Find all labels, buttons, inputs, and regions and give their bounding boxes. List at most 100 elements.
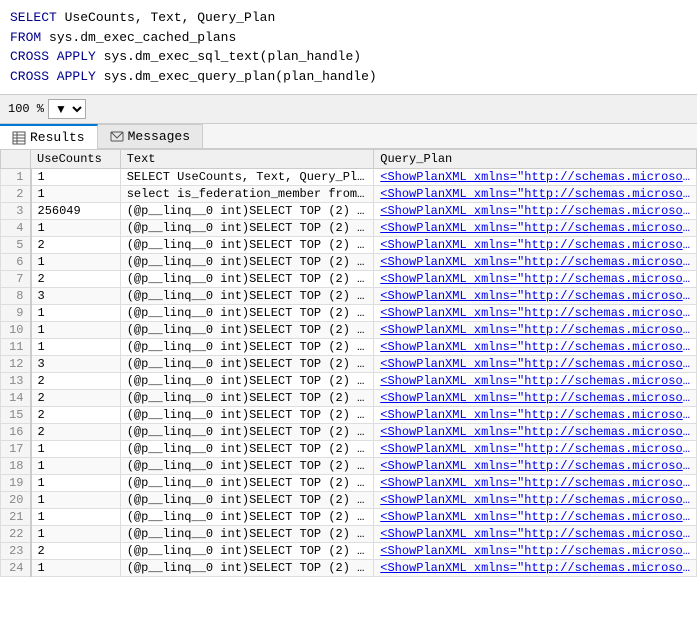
keyword-cross-1: CROSS APPLY — [10, 49, 96, 64]
cell-usecounts: 1 — [31, 560, 121, 577]
keyword-select: SELECT — [10, 10, 57, 25]
cell-text: (@p__linq__0 int)SELECT TOP (2) [Extent1… — [120, 390, 374, 407]
cell-text: (@p__linq__0 int)SELECT TOP (2) [Extent1… — [120, 373, 374, 390]
cell-queryplan[interactable]: <ShowPlanXML xmlns="http://schemas.micro… — [374, 424, 697, 441]
cell-text: (@p__linq__0 int)SELECT TOP (2) [Extent1… — [120, 288, 374, 305]
cell-text: (@p__linq__0 int)SELECT TOP (2) [Extent1… — [120, 220, 374, 237]
cell-usecounts: 1 — [31, 526, 121, 543]
cell-text: select is_federation_member from sys.dat… — [120, 186, 374, 203]
cell-usecounts: 1 — [31, 254, 121, 271]
tab-messages[interactable]: Messages — [98, 124, 203, 148]
cell-queryplan[interactable]: <ShowPlanXML xmlns="http://schemas.micro… — [374, 220, 697, 237]
table-row: 111(@p__linq__0 int)SELECT TOP (2) [Exte… — [1, 339, 697, 356]
cell-usecounts: 2 — [31, 407, 121, 424]
table-row: 123(@p__linq__0 int)SELECT TOP (2) [Exte… — [1, 356, 697, 373]
table-row: 181(@p__linq__0 int)SELECT TOP (2) [Exte… — [1, 458, 697, 475]
cell-queryplan[interactable]: <ShowPlanXML xmlns="http://schemas.micro… — [374, 373, 697, 390]
cell-rownum: 8 — [1, 288, 31, 305]
cell-rownum: 23 — [1, 543, 31, 560]
cell-queryplan[interactable]: <ShowPlanXML xmlns="http://schemas.micro… — [374, 509, 697, 526]
table-row: 21select is_federation_member from sys.d… — [1, 186, 697, 203]
col-header-text: Text — [120, 150, 374, 169]
table-row: 211(@p__linq__0 int)SELECT TOP (2) [Exte… — [1, 509, 697, 526]
tab-results[interactable]: Results — [0, 124, 98, 149]
cell-queryplan[interactable]: <ShowPlanXML xmlns="http://schemas.micro… — [374, 475, 697, 492]
table-row: 101(@p__linq__0 int)SELECT TOP (2) [Exte… — [1, 322, 697, 339]
cell-queryplan[interactable]: <ShowPlanXML xmlns="http://schemas.micro… — [374, 322, 697, 339]
cell-usecounts: 256049 — [31, 203, 121, 220]
table-row: 41(@p__linq__0 int)SELECT TOP (2) [Exten… — [1, 220, 697, 237]
cell-usecounts: 1 — [31, 305, 121, 322]
results-table: UseCounts Text Query_Plan 11SELECT UseCo… — [0, 149, 697, 577]
sql-editor: SELECT UseCounts, Text, Query_Plan FROM … — [0, 0, 697, 95]
cell-rownum: 20 — [1, 492, 31, 509]
sql-line-4: CROSS APPLY sys.dm_exec_query_plan(plan_… — [10, 67, 687, 87]
cell-text: (@p__linq__0 int)SELECT TOP (2) [Extent1… — [120, 475, 374, 492]
cell-text: (@p__linq__0 int)SELECT TOP (2) [Extent1… — [120, 509, 374, 526]
cell-queryplan[interactable]: <ShowPlanXML xmlns="http://schemas.micro… — [374, 305, 697, 322]
cell-usecounts: 1 — [31, 509, 121, 526]
cell-queryplan[interactable]: <ShowPlanXML xmlns="http://schemas.micro… — [374, 560, 697, 577]
toolbar: 100 % ▼ — [0, 95, 697, 124]
cell-queryplan[interactable]: <ShowPlanXML xmlns="http://schemas.micro… — [374, 271, 697, 288]
tabs-bar: Results Messages — [0, 124, 697, 149]
cell-rownum: 12 — [1, 356, 31, 373]
sql-line-3: CROSS APPLY sys.dm_exec_sql_text(plan_ha… — [10, 47, 687, 67]
cell-queryplan[interactable]: <ShowPlanXML xmlns="http://schemas.micro… — [374, 288, 697, 305]
cell-queryplan[interactable]: <ShowPlanXML xmlns="http://schemas.micro… — [374, 390, 697, 407]
cell-rownum: 3 — [1, 203, 31, 220]
cell-queryplan[interactable]: <ShowPlanXML xmlns="http://schemas.micro… — [374, 458, 697, 475]
cell-queryplan[interactable]: <ShowPlanXML xmlns="http://schemas.micro… — [374, 441, 697, 458]
table-row: 132(@p__linq__0 int)SELECT TOP (2) [Exte… — [1, 373, 697, 390]
cell-rownum: 21 — [1, 509, 31, 526]
cell-queryplan[interactable]: <ShowPlanXML xmlns="http://schemas.micro… — [374, 526, 697, 543]
table-row: 152(@p__linq__0 int)SELECT TOP (2) [Exte… — [1, 407, 697, 424]
cell-rownum: 16 — [1, 424, 31, 441]
zoom-dropdown[interactable]: ▼ — [48, 99, 86, 119]
cell-rownum: 6 — [1, 254, 31, 271]
cell-text: (@p__linq__0 int)SELECT TOP (2) [Extent1… — [120, 560, 374, 577]
cell-queryplan[interactable]: <ShowPlanXML xmlns="http://schemas.micro… — [374, 407, 697, 424]
cell-text: SELECT UseCounts, Text, Query_Plan FROM … — [120, 169, 374, 186]
cell-rownum: 14 — [1, 390, 31, 407]
cell-text: (@p__linq__0 int)SELECT TOP (2) [Extent1… — [120, 526, 374, 543]
cell-text: (@p__linq__0 int)SELECT TOP (2) [Extent1… — [120, 271, 374, 288]
cell-rownum: 10 — [1, 322, 31, 339]
table-row: 221(@p__linq__0 int)SELECT TOP (2) [Exte… — [1, 526, 697, 543]
cell-queryplan[interactable]: <ShowPlanXML xmlns="http://schemas.micro… — [374, 186, 697, 203]
cell-rownum: 24 — [1, 560, 31, 577]
table-row: 241(@p__linq__0 int)SELECT TOP (2) [Exte… — [1, 560, 697, 577]
cell-text: (@p__linq__0 int)SELECT TOP (2) [Extent1… — [120, 237, 374, 254]
cell-text: (@p__linq__0 int)SELECT TOP (2) [Extent1… — [120, 339, 374, 356]
cell-text: (@p__linq__0 int)SELECT TOP (2) [Extent1… — [120, 492, 374, 509]
table-row: 3256049(@p__linq__0 int)SELECT TOP (2) [… — [1, 203, 697, 220]
cell-text: (@p__linq__0 int)SELECT TOP (2) [Extent1… — [120, 305, 374, 322]
cell-queryplan[interactable]: <ShowPlanXML xmlns="http://schemas.micro… — [374, 339, 697, 356]
cell-usecounts: 3 — [31, 288, 121, 305]
cell-queryplan[interactable]: <ShowPlanXML xmlns="http://schemas.micro… — [374, 203, 697, 220]
cell-queryplan[interactable]: <ShowPlanXML xmlns="http://schemas.micro… — [374, 237, 697, 254]
cell-queryplan[interactable]: <ShowPlanXML xmlns="http://schemas.micro… — [374, 169, 697, 186]
cell-queryplan[interactable]: <ShowPlanXML xmlns="http://schemas.micro… — [374, 543, 697, 560]
cell-rownum: 15 — [1, 407, 31, 424]
table-row: 142(@p__linq__0 int)SELECT TOP (2) [Exte… — [1, 390, 697, 407]
cell-usecounts: 1 — [31, 475, 121, 492]
cell-rownum: 17 — [1, 441, 31, 458]
cell-queryplan[interactable]: <ShowPlanXML xmlns="http://schemas.micro… — [374, 356, 697, 373]
cell-text: (@p__linq__0 int)SELECT TOP (2) [Extent1… — [120, 424, 374, 441]
cell-rownum: 18 — [1, 458, 31, 475]
cell-queryplan[interactable]: <ShowPlanXML xmlns="http://schemas.micro… — [374, 254, 697, 271]
cell-rownum: 4 — [1, 220, 31, 237]
cell-queryplan[interactable]: <ShowPlanXML xmlns="http://schemas.micro… — [374, 492, 697, 509]
results-container[interactable]: UseCounts Text Query_Plan 11SELECT UseCo… — [0, 149, 697, 639]
cell-rownum: 5 — [1, 237, 31, 254]
cell-usecounts: 2 — [31, 237, 121, 254]
cell-usecounts: 2 — [31, 543, 121, 560]
tab-results-label: Results — [30, 130, 85, 145]
cell-text: (@p__linq__0 int)SELECT TOP (2) [Extent1… — [120, 254, 374, 271]
cell-usecounts: 2 — [31, 373, 121, 390]
cell-usecounts: 1 — [31, 220, 121, 237]
messages-icon — [110, 130, 124, 144]
cell-usecounts: 2 — [31, 424, 121, 441]
col-header-usecounts: UseCounts — [31, 150, 121, 169]
